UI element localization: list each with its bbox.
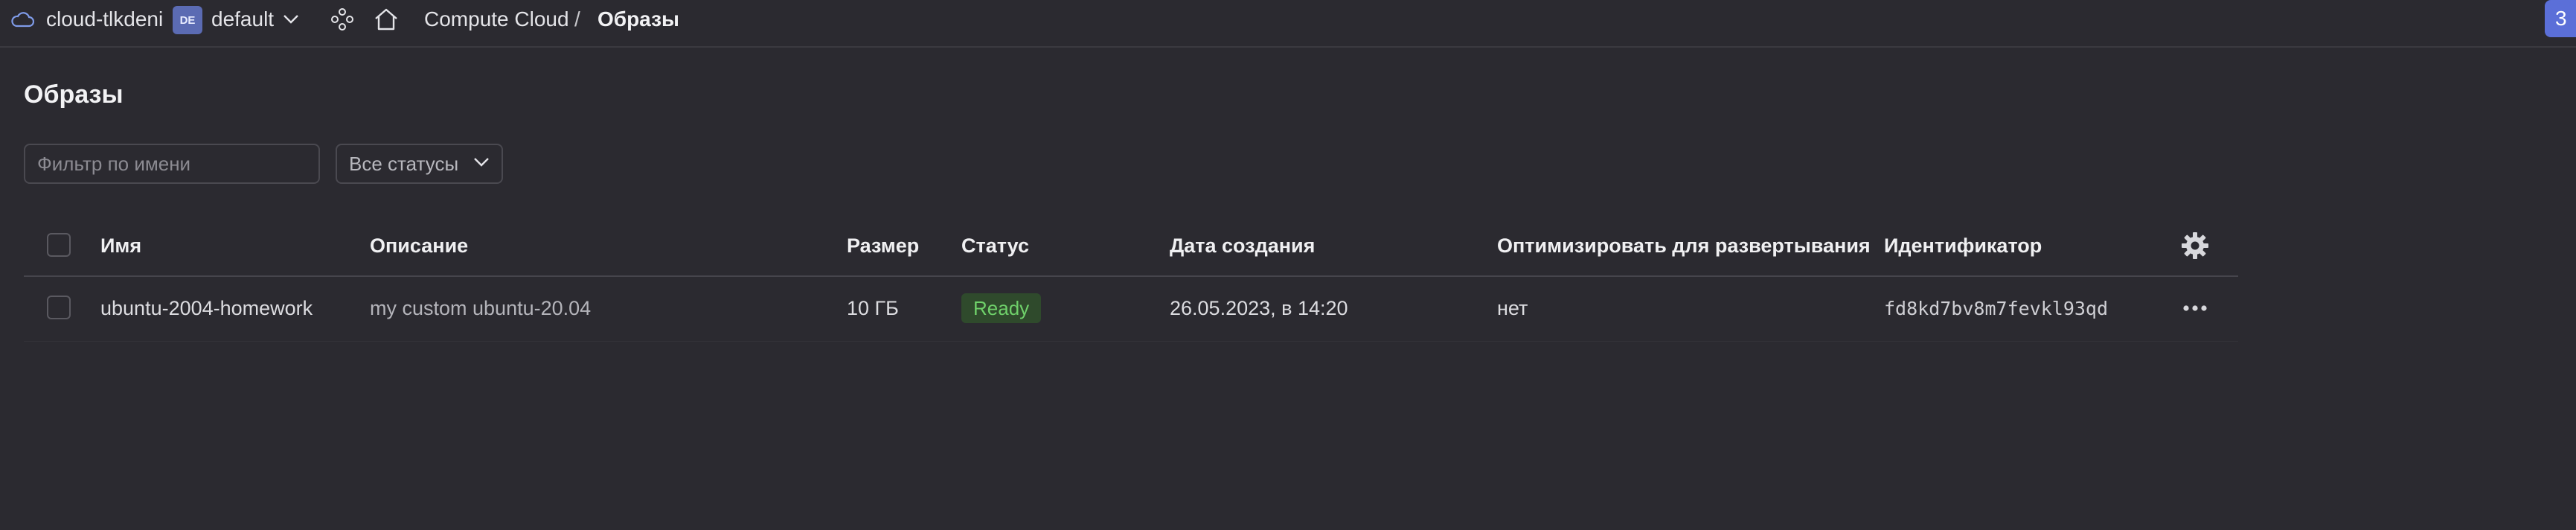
top-bar: cloud-tlkdeni DE default Compute Cloud /…: [0, 0, 2576, 48]
breadcrumb-current: Образы: [597, 7, 679, 31]
gear-icon[interactable]: [2180, 231, 2210, 261]
breadcrumb-compute-cloud[interactable]: Compute Cloud: [424, 0, 569, 39]
column-header-optimize[interactable]: Оптимизировать для развертывания: [1497, 234, 1871, 258]
row-name[interactable]: ubuntu-2004-homework: [100, 297, 313, 320]
select-all-checkbox[interactable]: [47, 233, 71, 257]
chevron-down-icon[interactable]: [283, 0, 301, 39]
row-id: fd8kd7bv8m7fevkl93qd: [1884, 298, 2109, 319]
more-icon[interactable]: [2180, 301, 2210, 316]
status-filter-select[interactable]: Все статусы: [336, 144, 503, 184]
column-header-description[interactable]: Описание: [370, 234, 468, 258]
page-title: Образы: [24, 80, 124, 109]
row-size: 10 ГБ: [847, 297, 899, 319]
folder-badge: DE: [173, 6, 202, 34]
column-header-id[interactable]: Идентификатор: [1884, 234, 2042, 258]
nodes-icon[interactable]: [330, 0, 356, 39]
row-description: my custom ubuntu-20.04: [370, 297, 592, 319]
corner-button[interactable]: 3: [2545, 0, 2576, 37]
header-divider: [24, 275, 2238, 277]
column-header-status[interactable]: Статус: [961, 234, 1029, 258]
status-badge: Ready: [961, 293, 1042, 323]
row-checkbox[interactable]: [47, 296, 71, 319]
column-header-name[interactable]: Имя: [100, 234, 141, 258]
row-created: 26.05.2023, в 14:20: [1170, 297, 1348, 319]
cloud-name[interactable]: cloud-tlkdeni: [46, 0, 163, 39]
chevron-down-icon: [473, 157, 490, 171]
row-divider: [24, 341, 2238, 342]
home-icon[interactable]: [374, 0, 400, 39]
breadcrumb-separator: /: [574, 7, 580, 31]
folder-name[interactable]: default: [211, 0, 274, 39]
column-header-created[interactable]: Дата создания: [1170, 234, 1315, 258]
row-optimize: нет: [1497, 297, 1528, 319]
cloud-icon[interactable]: [10, 0, 37, 39]
column-header-size[interactable]: Размер: [847, 234, 919, 258]
status-filter-label: Все статусы: [349, 152, 459, 175]
name-filter-input[interactable]: [24, 144, 320, 184]
